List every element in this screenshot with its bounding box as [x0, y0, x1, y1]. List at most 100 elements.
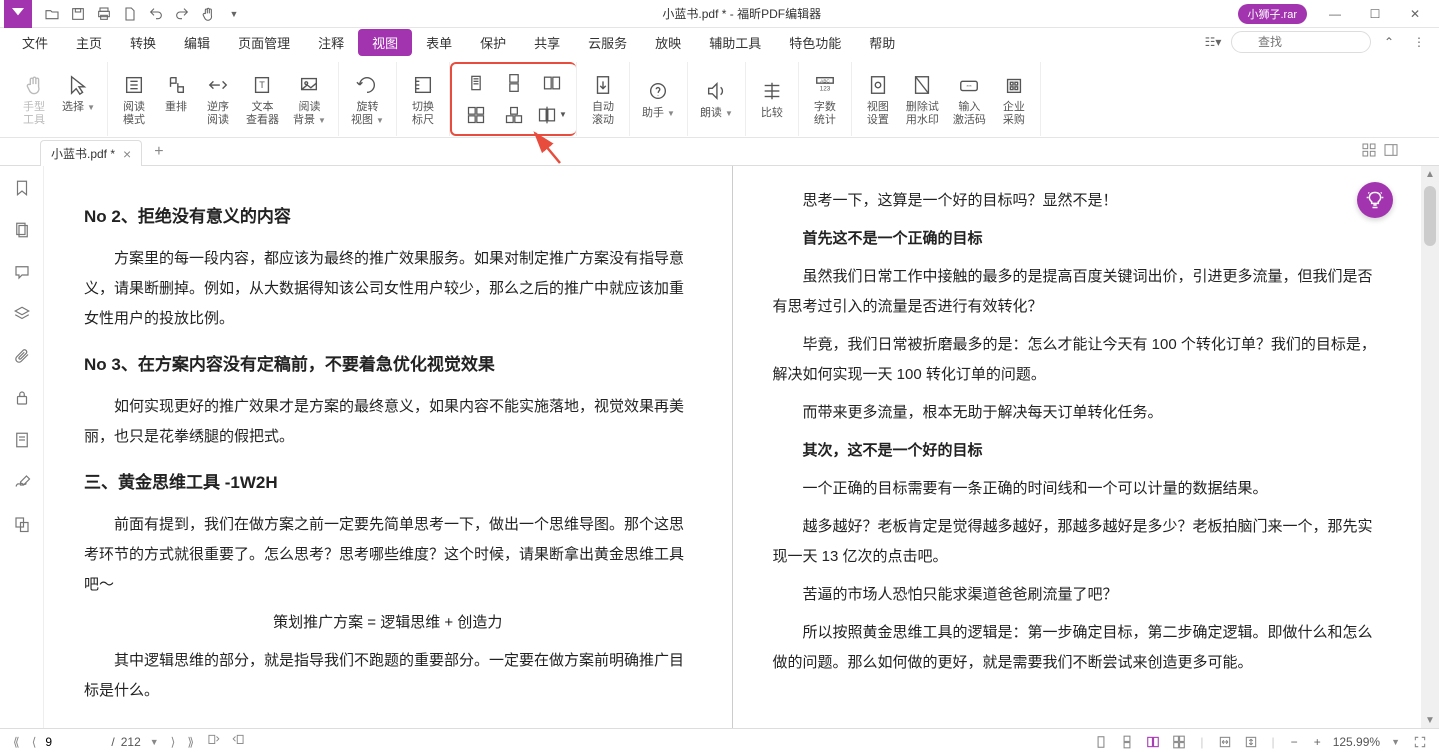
cover-page-icon[interactable] [496, 100, 532, 130]
sb-fit-page-icon[interactable] [1242, 735, 1260, 749]
scrollbar[interactable]: ▲ ▼ [1421, 166, 1439, 728]
sb-single-page-icon[interactable] [1092, 735, 1110, 749]
tell-me-icon[interactable]: ☷▾ [1201, 30, 1225, 54]
more-icon[interactable]: ⋮ [1407, 30, 1431, 54]
menu-view[interactable]: 视图 [358, 29, 412, 56]
document-viewport[interactable]: No 2、拒绝没有意义的内容 方案里的每一段内容，都应该为最终的推广效果服务。如… [44, 166, 1421, 728]
read-bg-button[interactable]: 阅读 背景 ▼ [287, 69, 332, 129]
autoscroll-button[interactable]: 自动 滚动 [583, 69, 623, 129]
continuous-page-icon[interactable] [496, 68, 532, 98]
split-view-icon[interactable]: ▼ [534, 100, 570, 130]
close-button[interactable]: ✕ [1395, 0, 1435, 28]
minimize-button[interactable]: — [1315, 0, 1355, 28]
scroll-thumb[interactable] [1424, 186, 1436, 246]
menu-share[interactable]: 共享 [520, 29, 574, 56]
facing-continuous-icon[interactable] [458, 100, 494, 130]
zoom-dropdown-icon[interactable]: ▼ [1388, 737, 1403, 747]
security-icon[interactable] [12, 388, 32, 408]
document-tab[interactable]: 小蓝书.pdf * × [40, 140, 142, 166]
menu-file[interactable]: 文件 [8, 29, 62, 56]
assistant-button[interactable]: 助手 ▼ [636, 75, 681, 122]
next-page-button[interactable]: ⟩ [168, 735, 179, 749]
read-aloud-button[interactable]: 朗读 ▼ [694, 75, 739, 122]
ribbon-collapse-icon[interactable]: ⌃ [1377, 30, 1401, 54]
history-back-icon[interactable] [203, 733, 223, 750]
menu-home[interactable]: 主页 [62, 29, 116, 56]
open-icon[interactable] [40, 2, 64, 26]
menu-protect[interactable]: 保护 [466, 29, 520, 56]
scroll-down-icon[interactable]: ▼ [1421, 712, 1439, 728]
rotate-view-button[interactable]: 旋转 视图 ▼ [345, 69, 390, 129]
copy-panel-icon[interactable] [12, 514, 32, 534]
menu-edit[interactable]: 编辑 [170, 29, 224, 56]
single-page-icon[interactable] [458, 68, 494, 98]
reflow-button[interactable]: 重排 [156, 69, 196, 129]
new-blank-icon[interactable] [118, 2, 142, 26]
select-button[interactable]: 选择 ▼ [56, 69, 101, 129]
menu-accessibility[interactable]: 辅助工具 [695, 29, 775, 56]
page-number-input[interactable] [45, 735, 105, 749]
hand-tool-button[interactable]: 手型 工具 [14, 69, 54, 129]
attachments-icon[interactable] [12, 346, 32, 366]
sb-facing-icon[interactable] [1144, 735, 1162, 749]
view-settings-button[interactable]: 视图 设置 [858, 69, 898, 129]
text-viewer-button[interactable]: T 文本 查看器 [240, 69, 285, 129]
panel-icon[interactable] [1383, 142, 1399, 161]
menu-page[interactable]: 页面管理 [224, 29, 304, 56]
enterprise-button[interactable]: 企业 采购 [994, 69, 1034, 129]
menu-help[interactable]: 帮助 [855, 29, 909, 56]
reverse-read-button[interactable]: 逆序 阅读 [198, 69, 238, 129]
menu-features[interactable]: 特色功能 [775, 29, 855, 56]
quick-dropdown-icon[interactable]: ▼ [222, 2, 246, 26]
word-count-button[interactable]: ABC123 字数 统计 [805, 69, 845, 129]
undo-icon[interactable] [144, 2, 168, 26]
activate-button[interactable]: *** 输入 激活码 [947, 69, 992, 129]
signature-icon[interactable] [12, 472, 32, 492]
scroll-up-icon[interactable]: ▲ [1421, 166, 1439, 182]
zoom-out-button[interactable]: − [1287, 735, 1302, 749]
print-icon[interactable] [92, 2, 116, 26]
read-mode-button[interactable]: 阅读 模式 [114, 69, 154, 129]
zoom-in-button[interactable]: + [1310, 735, 1325, 749]
tab-close-icon[interactable]: × [123, 146, 131, 162]
thumbnail-grid-icon[interactable] [1361, 142, 1377, 161]
last-page-button[interactable]: ⟫ [184, 735, 197, 749]
fields-icon[interactable] [12, 430, 32, 450]
sb-fit-width-icon[interactable] [1216, 735, 1234, 749]
history-forward-icon[interactable] [229, 733, 249, 750]
comments-icon[interactable] [12, 262, 32, 282]
prev-page-button[interactable]: ⟨ [29, 735, 40, 749]
watermark-icon [908, 71, 936, 99]
heading-no3: No 3、在方案内容没有定稿前，不要着急优化视觉效果 [84, 348, 692, 382]
menu-form[interactable]: 表单 [412, 29, 466, 56]
sb-facing-continuous-icon[interactable] [1170, 735, 1188, 749]
layers-icon[interactable] [12, 304, 32, 324]
idea-fab-button[interactable] [1357, 182, 1393, 218]
hand-quick-icon[interactable] [196, 2, 220, 26]
bookmarks-icon[interactable] [12, 178, 32, 198]
page-layout-group: ▼ [450, 62, 576, 136]
sb-continuous-icon[interactable] [1118, 735, 1136, 749]
redo-icon[interactable] [170, 2, 194, 26]
tab-add-button[interactable]: + [154, 143, 163, 165]
heading-no2: No 2、拒绝没有意义的内容 [84, 200, 692, 234]
pages-icon[interactable] [12, 220, 32, 240]
facing-page-icon[interactable] [534, 68, 570, 98]
menu-annotate[interactable]: 注释 [304, 29, 358, 56]
user-badge[interactable]: 小狮子.rar [1238, 4, 1308, 24]
menu-cloud[interactable]: 云服务 [574, 29, 641, 56]
remove-watermark-button[interactable]: 删除试 用水印 [900, 69, 945, 129]
menu-convert[interactable]: 转换 [116, 29, 170, 56]
first-page-button[interactable]: ⟪ [10, 735, 23, 749]
fullscreen-icon[interactable] [1411, 735, 1429, 749]
save-icon[interactable] [66, 2, 90, 26]
page-dropdown-icon[interactable]: ▼ [147, 737, 162, 747]
ruler-button[interactable]: 切换 标尺 [403, 69, 443, 129]
wordcount-label: 字数 统计 [814, 101, 836, 127]
paragraph: 方案里的每一段内容，都应该为最终的推广效果服务。如果对制定推广方案没有指导意义，… [84, 244, 692, 334]
zoom-level[interactable]: 125.99% [1333, 735, 1380, 749]
compare-button[interactable]: 比较 [752, 75, 792, 122]
menu-play[interactable]: 放映 [641, 29, 695, 56]
maximize-button[interactable]: ☐ [1355, 0, 1395, 28]
search-input[interactable] [1231, 31, 1371, 53]
